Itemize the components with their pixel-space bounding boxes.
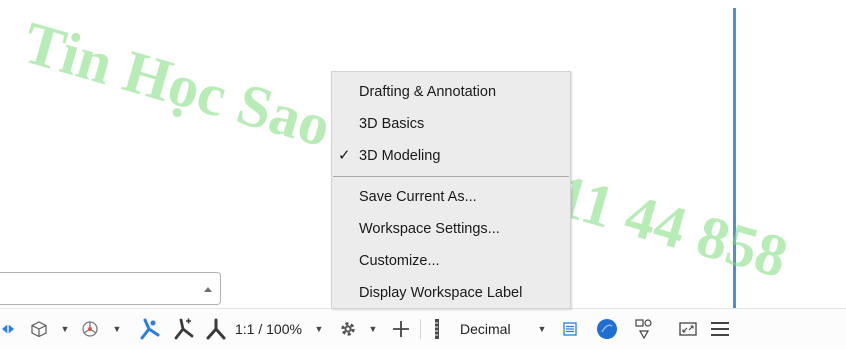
workspace-switching-menu: Drafting & Annotation 3D Basics ✓ 3D Mod… [331, 71, 571, 309]
units-value[interactable]: Decimal [460, 309, 522, 349]
command-history-arrow-icon[interactable] [204, 287, 212, 292]
annotation-monitor-icon[interactable] [390, 309, 412, 349]
status-bar: ▼ ▼ 1:1 / 100% ▼ ▼ Decimal ▼ [0, 308, 846, 349]
gizmo-icon[interactable] [79, 309, 101, 349]
command-line-input[interactable] [0, 272, 221, 305]
dynamic-ucs-icon[interactable] [0, 309, 16, 349]
selection-filtering-dropdown-arrow-icon[interactable]: ▼ [59, 309, 71, 349]
workspace-dropdown-arrow-icon[interactable]: ▼ [367, 309, 379, 349]
annotation-scale-dropdown-arrow-icon[interactable]: ▼ [313, 309, 325, 349]
menu-item-3d-basics[interactable]: 3D Basics [332, 110, 570, 138]
graphics-performance-icon[interactable] [633, 309, 655, 349]
workspace-switching-gear-icon[interactable] [338, 309, 358, 349]
checkmark-icon: ✓ [338, 147, 351, 164]
units-ruler-icon [430, 309, 444, 349]
units-dropdown-arrow-icon[interactable]: ▼ [536, 309, 548, 349]
annotation-scale-icon[interactable] [203, 309, 229, 349]
selection-filtering-icon[interactable] [29, 309, 49, 349]
menu-item-customize[interactable]: Customize... [332, 247, 570, 275]
menu-item-save-current-as[interactable]: Save Current As... [332, 183, 570, 211]
annotation-scale-value[interactable]: 1:1 / 100% [235, 309, 323, 349]
viewport-border [733, 8, 736, 308]
auto-scale-icon[interactable] [170, 309, 196, 349]
menu-item-drafting-annotation[interactable]: Drafting & Annotation [332, 78, 570, 106]
status-separator [420, 319, 421, 339]
quick-properties-icon[interactable] [561, 309, 579, 349]
annotation-visibility-icon[interactable] [136, 309, 162, 349]
isolate-objects-icon[interactable] [594, 309, 620, 349]
menu-item-display-workspace-label[interactable]: Display Workspace Label [332, 279, 570, 307]
menu-item-3d-modeling[interactable]: ✓ 3D Modeling [332, 142, 570, 170]
menu-item-workspace-settings[interactable]: Workspace Settings... [332, 215, 570, 243]
autocad-workspace-view: Tin Học Sao Việt 093 11 44 858 Drafting … [0, 0, 846, 350]
menu-separator [333, 176, 569, 177]
customization-menu-icon[interactable] [709, 309, 731, 349]
gizmo-dropdown-arrow-icon[interactable]: ▼ [111, 309, 123, 349]
clean-screen-icon[interactable] [678, 309, 698, 349]
